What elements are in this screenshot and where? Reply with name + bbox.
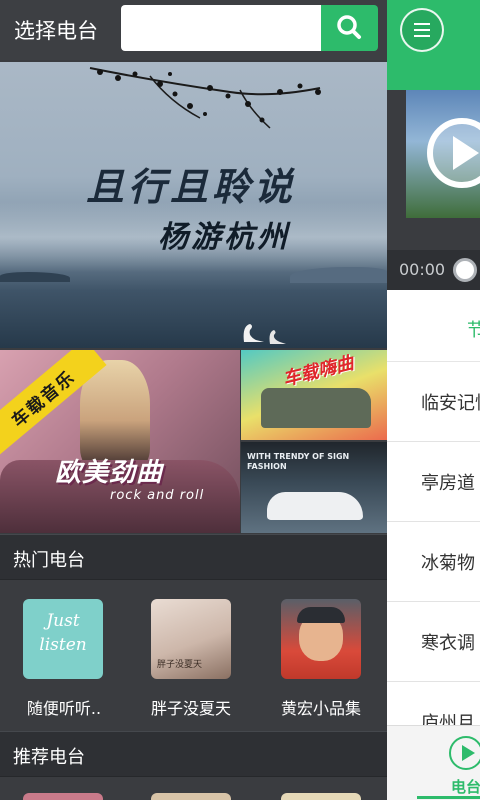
main-header	[387, 0, 480, 90]
program-title: 临安记忆	[421, 393, 480, 414]
station-thumbnail[interactable]	[23, 793, 103, 800]
program-title: 冰菊物	[421, 553, 475, 574]
station-label: 随便听听..	[26, 699, 102, 718]
search-icon	[337, 15, 361, 39]
banner-shore-right	[290, 267, 387, 283]
current-time: 00:00	[399, 260, 446, 279]
station-thumbnail[interactable]	[281, 793, 361, 800]
bottom-nav: 电台	[387, 725, 480, 800]
banner-calligraphy-title: 且行且聆说	[86, 164, 297, 209]
hot-stations-header: 热门电台	[0, 534, 387, 580]
program-item[interactable]: 临安记忆	[387, 362, 480, 442]
tile-western-hits[interactable]: 车载音乐	[0, 350, 240, 533]
play-circle-icon	[449, 736, 480, 770]
search-input[interactable]	[121, 5, 321, 51]
tab-programs[interactable]: 节	[467, 316, 480, 342]
drawer-header: 选择电台	[0, 0, 387, 60]
program-title: 亭房道	[421, 473, 475, 494]
nav-radio-tab[interactable]: 电台	[445, 734, 480, 800]
station-item[interactable]: 黄宏小品集	[261, 580, 381, 730]
program-item[interactable]: 寒衣调	[387, 602, 480, 682]
banner-calligraphy-subtitle: 杨游杭州	[158, 220, 290, 255]
station-label: 胖子没夏天	[150, 699, 231, 718]
recommended-stations-list	[0, 777, 387, 800]
program-title: 寒衣调	[421, 633, 475, 654]
host-cap-image	[297, 607, 345, 623]
drawer-title: 选择电台	[14, 19, 98, 43]
program-item[interactable]: 冰菊物	[387, 522, 480, 602]
recommended-stations-title: 推荐电台	[13, 747, 85, 768]
hot-stations-list: Just listen 随便听听.. 胖子没夏天 胖子没夏天 黄宏小品集	[0, 580, 387, 730]
station-thumbnail[interactable]	[151, 793, 231, 800]
station-thumbnail: Just listen	[23, 599, 103, 679]
progress-row: 00:00	[387, 250, 480, 290]
player-area	[387, 90, 480, 250]
banner-swans	[243, 324, 286, 344]
station-thumbnail: 胖子没夏天	[151, 599, 231, 679]
tile-van-image	[261, 388, 371, 428]
nav-radio-label: 电台	[451, 778, 480, 796]
tab-row: 节	[387, 290, 480, 362]
program-item[interactable]: 亭房道	[387, 442, 480, 522]
search-button[interactable]	[321, 5, 378, 51]
hot-stations-title: 热门电台	[13, 550, 85, 571]
recommended-stations-header: 推荐电台	[0, 731, 387, 777]
thumb-text: 胖子没夏天	[157, 660, 203, 670]
tile-western-hits-subtitle: rock and roll	[110, 488, 205, 503]
station-label: 黄宏小品集	[280, 699, 361, 718]
nav-active-indicator	[417, 796, 480, 799]
tile-fashion-caption: WITH TRENDY OF SIGN FASHION	[247, 452, 350, 471]
station-drawer: 选择电台 且行且聆说 杨游杭州 车载音乐 欧美劲曲 rock and roll …	[0, 0, 387, 800]
main-panel: 00:00 节 临安记忆 亭房道 冰菊物 寒衣调 庐州月 电台	[387, 0, 480, 800]
station-item[interactable]: 胖子没夏天 胖子没夏天	[131, 580, 251, 730]
banner-shore-left	[0, 272, 70, 282]
menu-button[interactable]	[400, 8, 444, 52]
tile-western-hits-title: 欧美劲曲	[55, 458, 164, 488]
thumb-text: listen	[39, 635, 87, 655]
banner-branches	[89, 67, 321, 129]
station-item[interactable]: Just listen 随便听听..	[4, 580, 124, 730]
tile-ribbon-label: 车载音乐	[8, 366, 80, 432]
progress-slider-knob[interactable]	[453, 258, 477, 282]
thumb-text: Just	[46, 611, 80, 631]
station-thumbnail	[281, 599, 361, 679]
tile-sportscar-image	[267, 492, 363, 520]
